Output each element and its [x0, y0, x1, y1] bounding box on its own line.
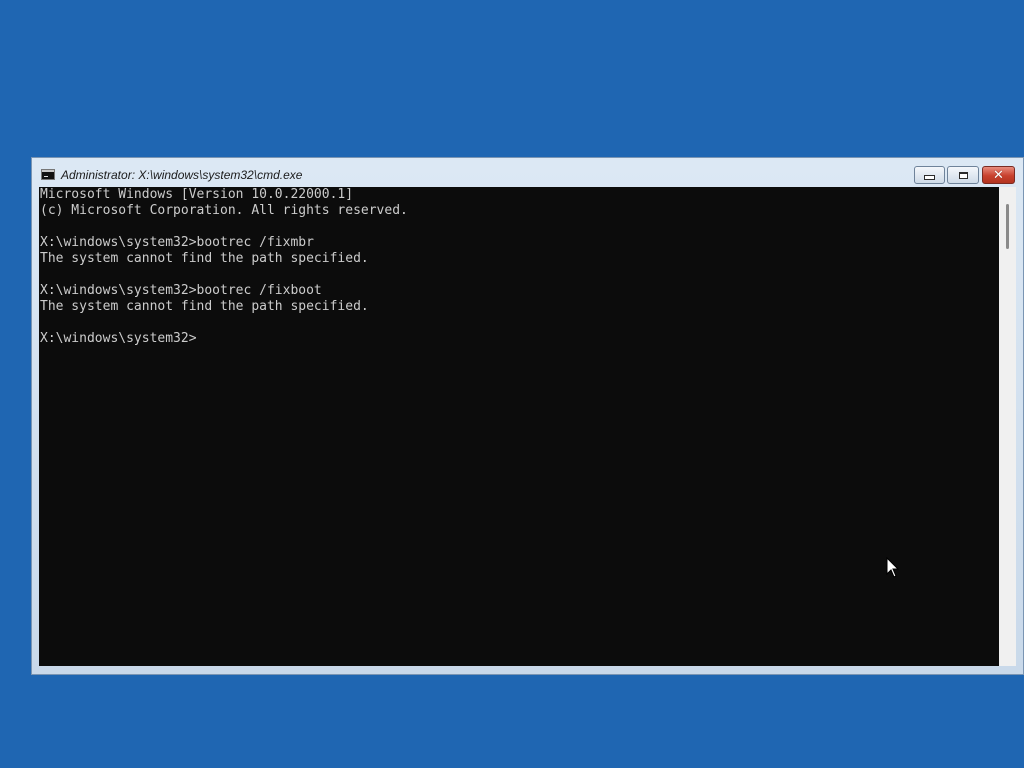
title-bar[interactable]: Administrator: X:\windows\system32\cmd.e… — [32, 158, 1023, 188]
console-line: The system cannot find the path specifie… — [40, 251, 369, 266]
vertical-scrollbar[interactable] — [999, 187, 1016, 666]
cmd-window[interactable]: Administrator: X:\windows\system32\cmd.e… — [31, 157, 1024, 675]
window-title: Administrator: X:\windows\system32\cmd.e… — [61, 168, 303, 182]
scrollbar-thumb[interactable] — [1006, 204, 1009, 249]
console-line: The system cannot find the path specifie… — [40, 299, 369, 314]
restore-icon — [958, 171, 968, 179]
console-area[interactable]: Microsoft Windows [Version 10.0.22000.1]… — [39, 187, 999, 666]
console-line: Microsoft Windows [Version 10.0.22000.1] — [40, 187, 354, 202]
console-output[interactable]: Microsoft Windows [Version 10.0.22000.1]… — [39, 187, 999, 347]
console-line: (c) Microsoft Corporation. All rights re… — [40, 203, 408, 218]
close-button[interactable]: ✕ — [982, 166, 1015, 184]
command-prompt-icon[interactable] — [41, 169, 55, 180]
minimize-icon — [924, 174, 935, 180]
close-icon: ✕ — [993, 167, 1004, 183]
console-line: X:\windows\system32>bootrec /fixmbr — [40, 235, 314, 250]
mouse-pointer-icon — [886, 557, 900, 578]
maximize-button[interactable] — [947, 166, 979, 184]
console-prompt[interactable]: X:\windows\system32> — [40, 331, 999, 347]
minimize-button[interactable] — [914, 166, 945, 184]
console-line: X:\windows\system32>bootrec /fixboot — [40, 283, 322, 298]
